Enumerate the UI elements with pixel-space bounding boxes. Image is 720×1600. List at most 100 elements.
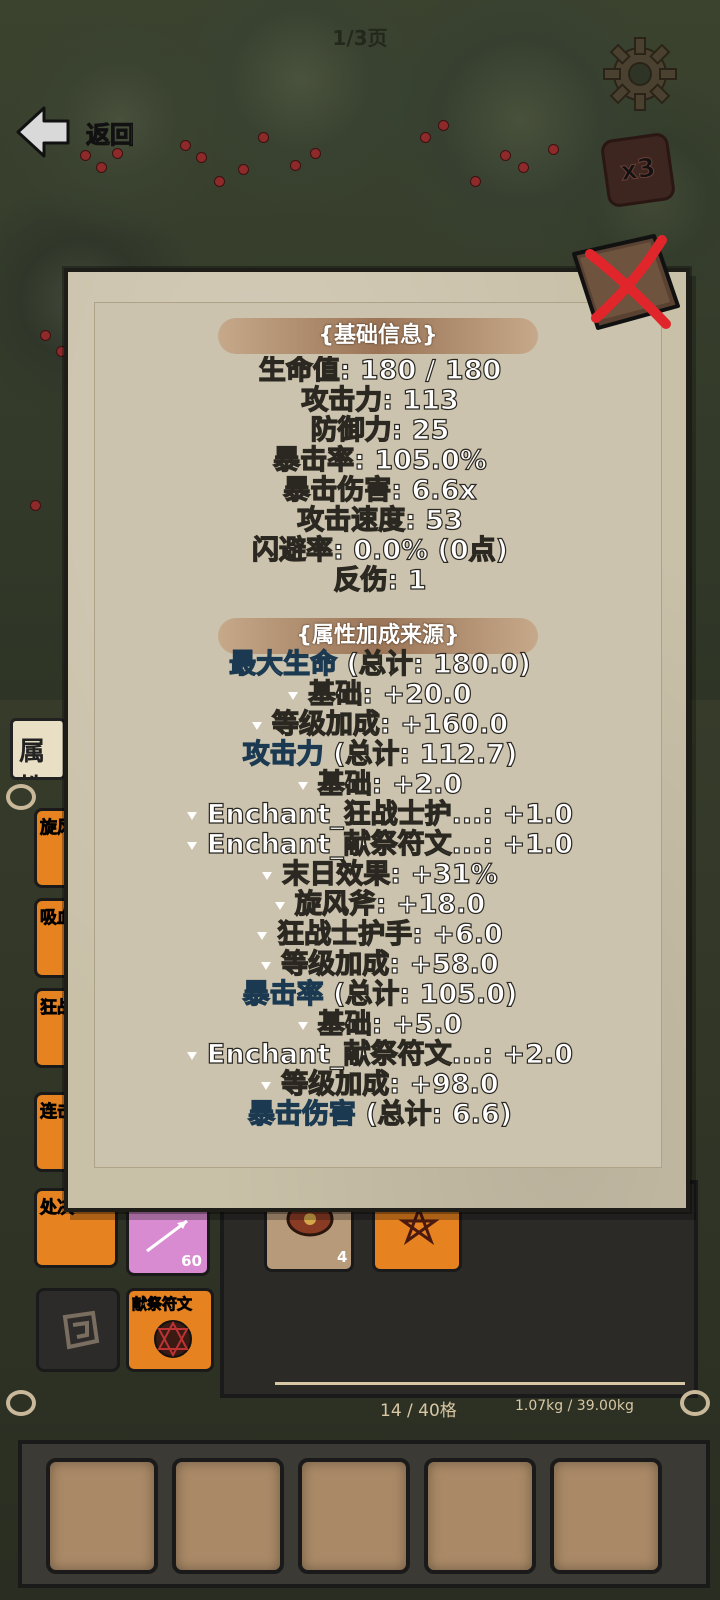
base-stat-line: 闪避率: 0.0% (0点) [251, 535, 508, 566]
stat-source-entry: 等级加成: +58.0 [96, 949, 664, 980]
berry-decoration [196, 152, 207, 163]
stat-source-text: Enchant_狂战士护...: +1.0 [206, 799, 574, 830]
stat-source-text: Enchant_献祭符文...: +2.0 [206, 1039, 574, 1070]
berry-decoration [238, 164, 249, 175]
berry-decoration [548, 144, 559, 155]
stat-source-text: 基础: +5.0 [317, 1009, 463, 1040]
stat-source-text: 基础: +20.0 [308, 679, 473, 710]
stat-source-text: 末日效果: +31% [282, 859, 499, 890]
arrow-item-count: 60 [181, 1252, 202, 1270]
stat-source-text: 狂战士护手: +6.0 [277, 919, 504, 950]
stats-scroll-area[interactable]: 生命值: 180 / 180 攻击力: 113 防御力: 25 暴击率: 105.0%… [96, 356, 664, 1154]
berry-decoration [438, 120, 449, 131]
attributes-tab-label: 属性 [19, 737, 46, 777]
stat-source-text: 基础: +2.0 [317, 769, 463, 800]
stat-source-entry: 旋风斧: +18.0 [96, 889, 664, 920]
inventory-weight: 1.07kg / 39.00kg [515, 1398, 634, 1414]
stat-source-text: Enchant_献祭符文...: +1.0 [206, 829, 574, 860]
bullet-triangle-icon [262, 871, 273, 880]
stat-source-entry: 基础: +5.0 [96, 1009, 664, 1040]
close-button[interactable] [566, 232, 696, 346]
equipment-slot-3[interactable] [298, 1458, 410, 1574]
stat-source-entry: 等级加成: +160.0 [96, 709, 664, 740]
bullet-triangle-icon [297, 781, 308, 790]
base-stat-line: 攻击力: 113 [301, 385, 460, 416]
base-stat-line: 防御力: 25 [310, 415, 450, 446]
bullet-triangle-icon [251, 721, 262, 730]
equipment-slot-5[interactable] [550, 1458, 662, 1574]
stat-source-entry: Enchant_献祭符文...: +1.0 [96, 829, 664, 860]
stat-name: 攻击力 [242, 739, 324, 770]
stat-source-title: 暴击率 (总计: 105.0) [96, 979, 664, 1010]
stat-source-entry: Enchant_狂战士护...: +1.0 [96, 799, 664, 830]
stat-source-entry: 狂战士护手: +6.0 [96, 919, 664, 950]
rope-knot-decoration [680, 1390, 710, 1416]
berry-decoration [420, 132, 431, 143]
base-info-header: {基础信息} [218, 318, 538, 354]
berry-decoration [310, 148, 321, 159]
sacrifice-rune-item[interactable]: 献祭符文 [126, 1288, 214, 1372]
locked-item-slot[interactable] [36, 1288, 120, 1372]
equipment-slot-1[interactable] [46, 1458, 158, 1574]
base-stat-line: 攻击速度: 53 [297, 505, 464, 536]
stat-source-entry: 等级加成: +98.0 [96, 1069, 664, 1100]
stat-total: (总计: 6.6) [355, 1099, 513, 1130]
stat-total: (总计: 105.0) [323, 979, 518, 1010]
berry-decoration [180, 140, 191, 151]
stat-source-entry: 末日效果: +31% [96, 859, 664, 890]
attributes-tab[interactable]: 属性 [10, 718, 66, 780]
bullet-triangle-icon [261, 961, 272, 970]
base-stat-line: 生命值: 180 / 180 [258, 356, 502, 386]
stat-name: 暴击伤害 [247, 1099, 356, 1130]
stat-source-text: 等级加成: +58.0 [281, 949, 500, 980]
stat-source-text: 等级加成: +160.0 [271, 709, 509, 740]
berry-decoration [258, 132, 269, 143]
shield-count: 4 [337, 1248, 348, 1266]
base-stat-line: 反伤: 1 [333, 565, 427, 596]
bullet-triangle-icon [186, 811, 197, 820]
berry-decoration [30, 500, 41, 511]
berry-decoration [40, 330, 51, 341]
inventory-divider [275, 1382, 685, 1385]
bullet-triangle-icon [274, 901, 285, 910]
equipment-slot-2[interactable] [172, 1458, 284, 1574]
rope-knot-decoration [6, 784, 36, 810]
stat-name: 最大生命 [229, 649, 338, 680]
stat-source-title: 攻击力 (总计: 112.7) [96, 739, 664, 770]
speed-label: x3 [618, 152, 658, 188]
stat-source-entry: Enchant_献祭符文...: +2.0 [96, 1039, 664, 1070]
stat-source-text: 等级加成: +98.0 [281, 1069, 500, 1100]
equipment-slot-4[interactable] [424, 1458, 536, 1574]
stat-source-text: 旋风斧: +18.0 [294, 889, 486, 920]
bullet-triangle-icon [297, 1021, 308, 1030]
bullet-triangle-icon [288, 691, 299, 700]
base-stat-line: 暴击率: 105.0% [273, 445, 488, 476]
bullet-triangle-icon [257, 931, 268, 940]
berry-decoration [96, 162, 107, 173]
rune-item-label: 献祭符文 [132, 1295, 193, 1314]
berry-decoration [518, 162, 529, 173]
rune-placeholder-icon [57, 1307, 103, 1357]
bullet-triangle-icon [186, 1051, 197, 1060]
bullet-triangle-icon [186, 841, 197, 850]
speed-multiplier-button[interactable]: x3 [599, 131, 677, 209]
stat-source-title: 最大生命 (总计: 180.0) [96, 649, 664, 680]
back-arrow-icon [14, 104, 72, 160]
stat-total: (总计: 112.7) [323, 739, 518, 770]
stat-source-entry: 基础: +20.0 [96, 679, 664, 710]
stat-source-entry: 基础: +2.0 [96, 769, 664, 800]
berry-decoration [214, 176, 225, 187]
stat-total: (总计: 180.0) [337, 649, 531, 680]
rune-star-icon [397, 1204, 441, 1253]
bullet-triangle-icon [261, 1081, 272, 1090]
berry-decoration [290, 160, 301, 171]
base-stat-line: 暴击伤害: 6.6x [283, 475, 478, 506]
back-button[interactable]: 返回 [14, 104, 135, 160]
back-label: 返回 [86, 120, 135, 149]
stat-name: 暴击率 [242, 979, 324, 1010]
berry-decoration [470, 176, 481, 187]
berry-decoration [500, 150, 511, 161]
stat-source-title: 暴击伤害 (总计: 6.6) [96, 1099, 664, 1130]
settings-gear-icon[interactable] [600, 34, 680, 118]
inventory-slot-count: 14 / 40格 [380, 1401, 457, 1421]
